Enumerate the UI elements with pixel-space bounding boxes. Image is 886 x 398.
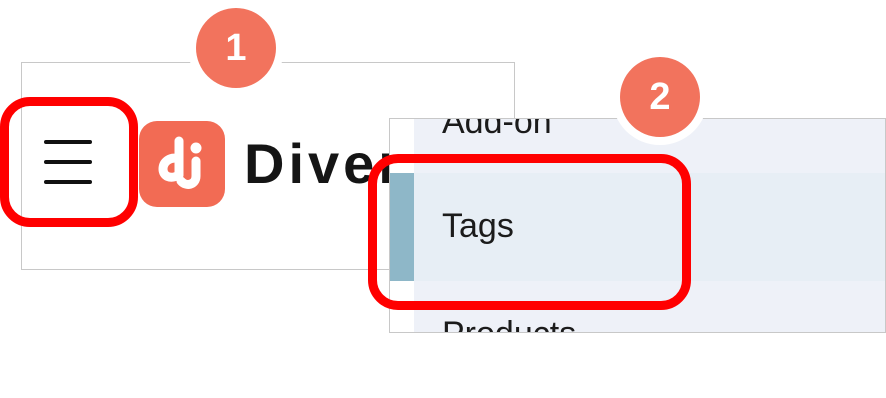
step-2-badge: 2 — [620, 57, 700, 137]
dj-logo-icon[interactable] — [139, 121, 225, 207]
sidebar-menu-crop: Add-on Tags Products — [389, 118, 886, 333]
hamburger-menu-icon[interactable] — [44, 140, 92, 184]
sidebar-item-products[interactable]: Products — [442, 315, 576, 332]
menu-bar-middle — [44, 160, 92, 164]
brand-name: Diver — [244, 132, 405, 195]
sidebar-item-label: Tags — [442, 207, 514, 245]
menu-bar-top — [44, 140, 92, 144]
active-indicator — [390, 173, 414, 281]
menu-bar-bottom — [44, 180, 92, 184]
step-1-badge: 1 — [196, 8, 276, 88]
sidebar-item-add-on[interactable]: Add-on — [442, 119, 552, 142]
sidebar-item-tags[interactable]: Tags — [390, 173, 885, 281]
